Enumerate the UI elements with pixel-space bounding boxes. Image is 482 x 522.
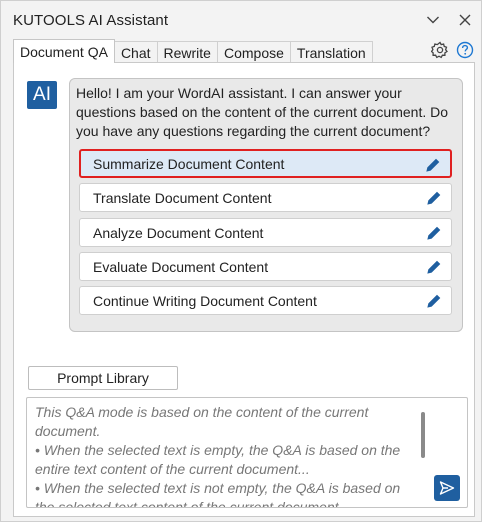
pencil-icon[interactable]: [425, 189, 443, 207]
suggestion-analyze[interactable]: Analyze Document Content: [79, 218, 452, 247]
pencil-icon[interactable]: [424, 156, 442, 174]
suggestion-label: Evaluate Document Content: [93, 259, 269, 275]
assistant-greeting: Hello! I am your WordAI assistant. I can…: [76, 85, 449, 139]
close-icon[interactable]: [455, 10, 475, 30]
mode-tabs: Document QA Chat Rewrite Compose Transla…: [13, 39, 373, 63]
ai-avatar: AI: [27, 81, 57, 109]
ai-assistant-pane: KUTOOLS AI Assistant Document QA Chat Re…: [0, 0, 482, 522]
send-button[interactable]: [434, 475, 460, 501]
help-icon[interactable]: [456, 41, 474, 59]
title-bar: KUTOOLS AI Assistant: [1, 1, 481, 39]
document-qa-panel: AI Hello! I am your WordAI assistant. I …: [13, 62, 475, 517]
tab-rewrite[interactable]: Rewrite: [156, 41, 218, 63]
suggestion-label: Translate Document Content: [93, 190, 272, 206]
gear-icon[interactable]: [431, 41, 449, 59]
suggestion-label: Summarize Document Content: [93, 156, 285, 172]
suggestion-evaluate[interactable]: Evaluate Document Content: [79, 252, 452, 281]
suggestion-summarize[interactable]: Summarize Document Content: [79, 149, 452, 178]
tab-compose[interactable]: Compose: [216, 41, 291, 63]
suggestion-label: Continue Writing Document Content: [93, 293, 317, 309]
input-scrollbar[interactable]: [421, 412, 425, 458]
question-input-placeholder: This Q&A mode is based on the content of…: [35, 404, 401, 508]
tab-document-qa[interactable]: Document QA: [13, 39, 115, 63]
suggestion-continue-writing[interactable]: Continue Writing Document Content: [79, 286, 452, 315]
tab-chat[interactable]: Chat: [113, 41, 158, 63]
suggestion-translate[interactable]: Translate Document Content: [79, 183, 452, 212]
pencil-icon[interactable]: [425, 224, 443, 242]
pencil-icon[interactable]: [425, 258, 443, 276]
question-input[interactable]: This Q&A mode is based on the content of…: [26, 397, 468, 508]
pencil-icon[interactable]: [425, 292, 443, 310]
chevron-down-icon[interactable]: [423, 10, 443, 30]
tab-translation[interactable]: Translation: [289, 41, 373, 63]
pane-title: KUTOOLS AI Assistant: [13, 12, 169, 29]
suggestion-label: Analyze Document Content: [93, 225, 264, 241]
prompt-library-button[interactable]: Prompt Library: [28, 366, 178, 390]
send-icon: [439, 481, 455, 495]
assistant-message: Hello! I am your WordAI assistant. I can…: [69, 78, 463, 332]
